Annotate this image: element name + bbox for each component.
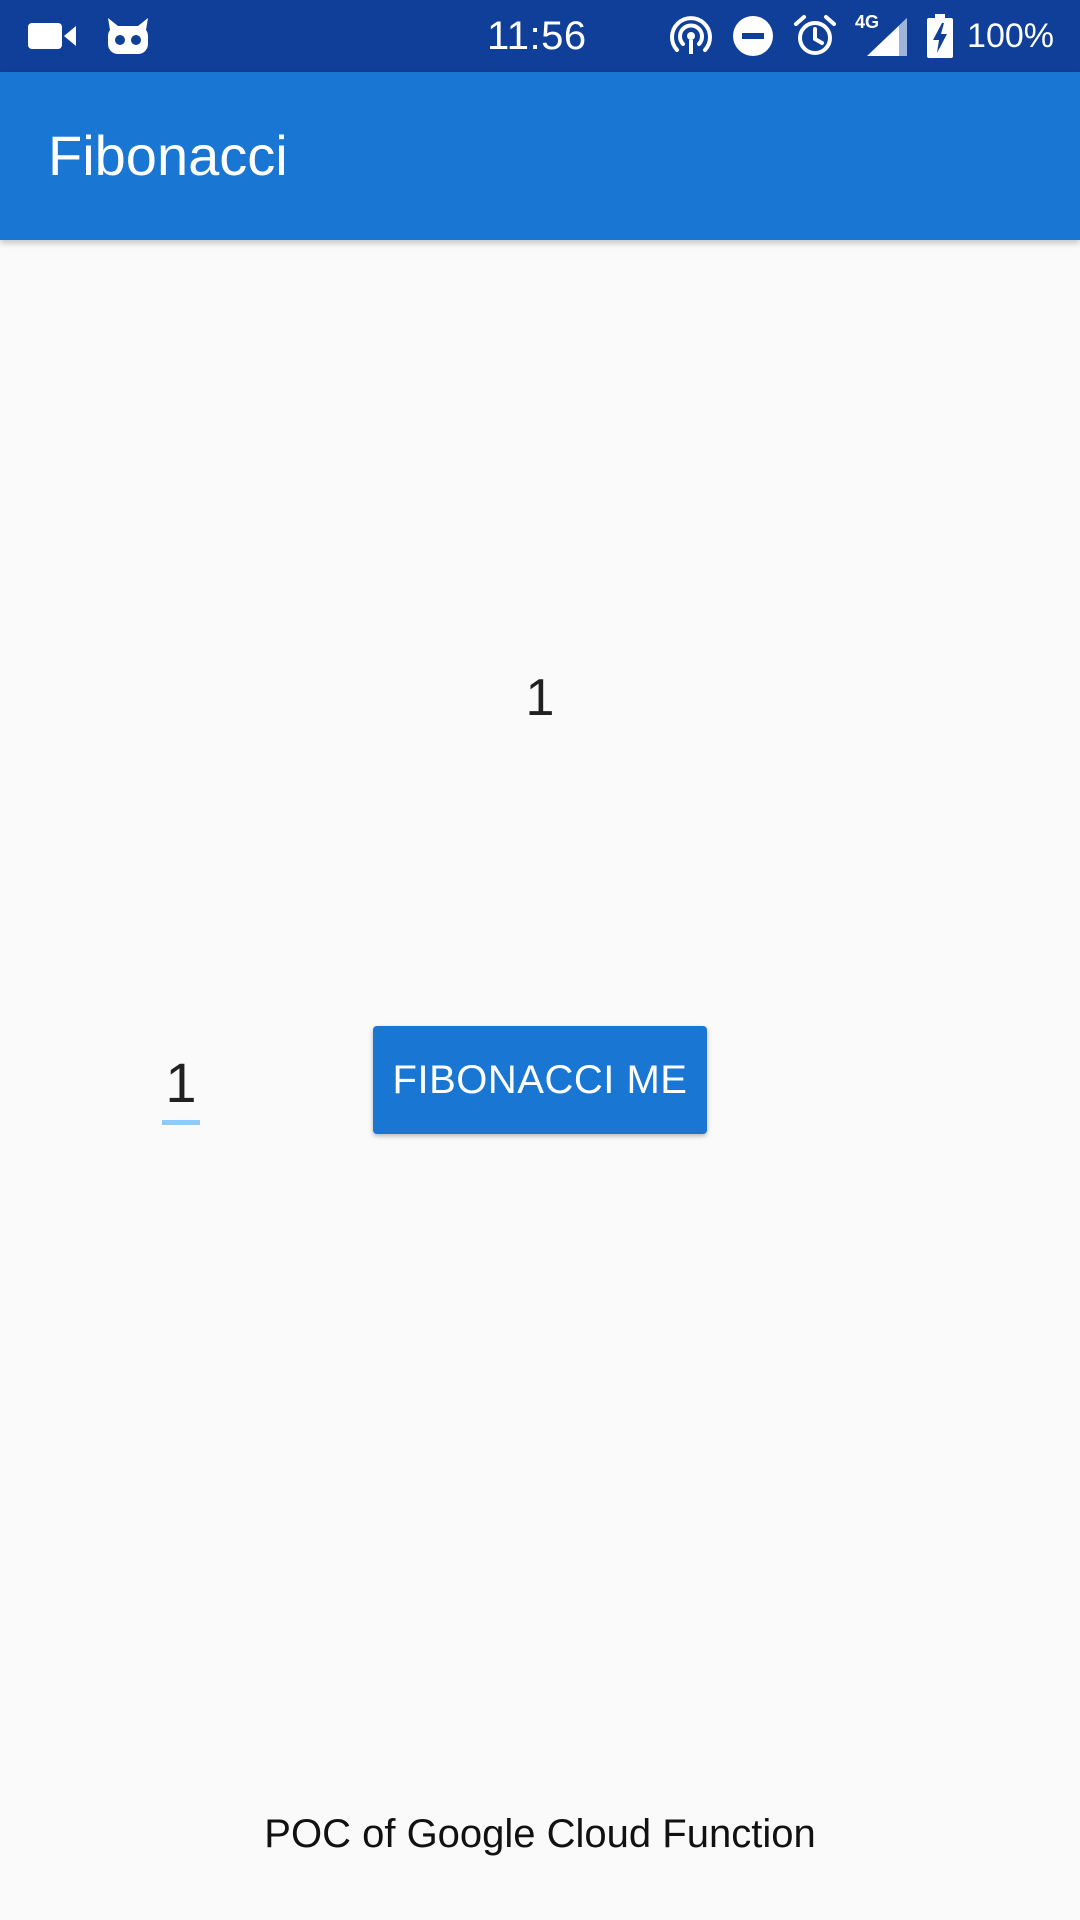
app-title: Fibonacci	[48, 124, 288, 187]
number-input[interactable]	[160, 1046, 202, 1118]
footer-caption: POC of Google Cloud Function	[264, 1812, 816, 1856]
cyanogen-mascot-icon	[106, 16, 150, 56]
battery-charging-icon	[927, 14, 954, 58]
battery-percentage: 100%	[967, 17, 1054, 55]
status-bar: 11:56 4G 100%	[0, 0, 1080, 72]
do-not-disturb-icon	[731, 14, 775, 58]
number-field[interactable]	[160, 1046, 202, 1126]
signal-4g-icon: 4G	[855, 12, 909, 58]
status-left-icons	[28, 14, 150, 58]
number-input-underline	[162, 1120, 200, 1125]
hotspot-icon	[669, 14, 713, 58]
fibonacci-me-button[interactable]: FIBONACCI ME	[373, 1026, 707, 1134]
app-bar: Fibonacci	[0, 72, 1080, 240]
alarm-icon	[793, 14, 837, 58]
network-type-label: 4G	[855, 12, 880, 32]
fibonacci-result: 1	[525, 669, 555, 727]
status-right-icons: 4G 100%	[669, 12, 1054, 60]
video-camera-icon	[28, 22, 76, 50]
status-time: 11:56	[487, 14, 587, 58]
